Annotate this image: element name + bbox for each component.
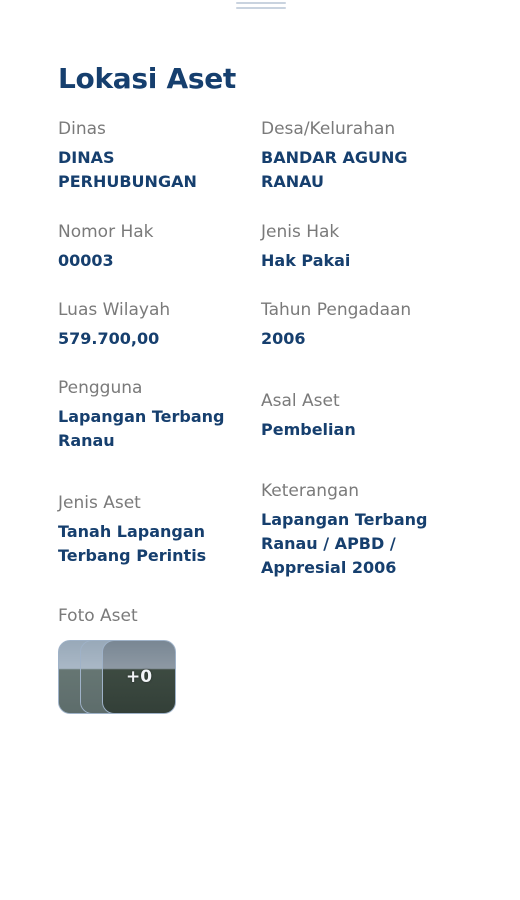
field-label: Luas Wilayah <box>58 300 171 320</box>
field-desa: Desa/Kelurahan BANDAR AGUNG RANAU <box>261 118 476 194</box>
photo-more-count[interactable]: +0 <box>102 640 176 714</box>
field-value: Hak Pakai <box>261 251 351 270</box>
field-pengguna: Pengguna Lapangan Terbang Ranau <box>58 377 248 453</box>
drag-handle[interactable] <box>236 2 286 10</box>
field-value: BANDAR AGUNG RANAU <box>261 148 408 191</box>
field-nomor-hak: Nomor Hak 00003 <box>58 221 248 273</box>
page-title: Lokasi Aset <box>58 62 237 95</box>
field-label: Jenis Aset <box>58 493 141 513</box>
field-luas-wilayah: Luas Wilayah 579.700,00 <box>58 299 248 351</box>
field-value: 2006 <box>261 329 306 348</box>
photo-gallery[interactable]: +0 <box>58 640 176 714</box>
field-value: Lapangan Terbang Ranau / APBD / Appresia… <box>261 510 428 577</box>
drag-handle-bar <box>236 2 286 4</box>
field-label: Asal Aset <box>261 391 340 411</box>
field-value: Pembelian <box>261 420 356 439</box>
field-jenis-aset: Jenis Aset Tanah Lapangan Terbang Perint… <box>58 492 248 568</box>
field-value: Lapangan Terbang Ranau <box>58 407 225 450</box>
field-value: 579.700,00 <box>58 329 160 348</box>
field-label: Pengguna <box>58 378 143 398</box>
field-label: Tahun Pengadaan <box>261 300 412 320</box>
field-value: Tanah Lapangan Terbang Perintis <box>58 522 207 565</box>
drag-handle-bar <box>236 7 286 9</box>
field-jenis-hak: Jenis Hak Hak Pakai <box>261 221 476 273</box>
field-keterangan: Keterangan Lapangan Terbang Ranau / APBD… <box>261 480 476 580</box>
field-label: Nomor Hak <box>58 222 154 242</box>
field-dinas: Dinas DINAS PERHUBUNGAN <box>58 118 248 194</box>
field-label: Desa/Kelurahan <box>261 119 396 139</box>
field-value: DINAS PERHUBUNGAN <box>58 148 197 191</box>
field-label: Keterangan <box>261 481 360 501</box>
field-label: Jenis Hak <box>261 222 340 242</box>
photo-section-label: Foto Aset <box>58 606 138 626</box>
field-value: 00003 <box>58 251 114 270</box>
field-label: Dinas <box>58 119 106 139</box>
field-tahun-pengadaan: Tahun Pengadaan 2006 <box>261 299 476 351</box>
field-asal-aset: Asal Aset Pembelian <box>261 390 476 442</box>
